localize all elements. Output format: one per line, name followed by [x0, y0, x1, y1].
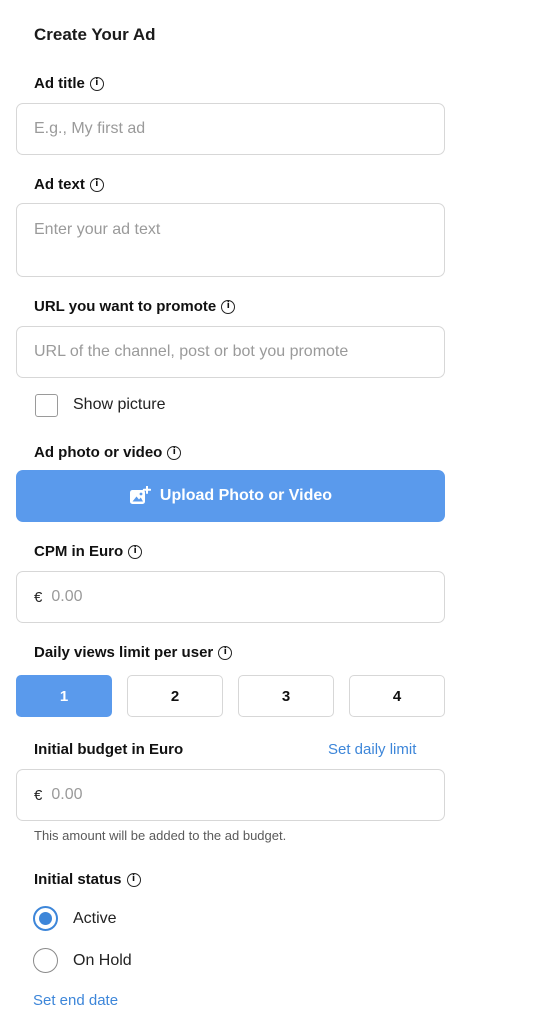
budget-input[interactable]: € 0.00	[16, 769, 445, 821]
status-active-label[interactable]: Active	[73, 910, 117, 928]
page-title: Create Your Ad	[34, 25, 156, 44]
views-option-1[interactable]: 1	[16, 675, 112, 717]
media-label-text: Ad photo or video	[34, 444, 163, 461]
upload-button-label: Upload Photo or Video	[159, 487, 333, 504]
ad-text-label: Ad text i	[34, 176, 104, 193]
ad-text-textarea[interactable]: Enter your ad text	[16, 203, 445, 277]
radio-dot	[39, 912, 52, 925]
set-end-date-link[interactable]: Set end date	[33, 992, 118, 1009]
views-option-2[interactable]: 2	[127, 675, 223, 717]
ad-title-placeholder: E.g., My first ad	[34, 120, 146, 137]
ad-text-label-text: Ad text	[34, 176, 85, 193]
url-placeholder: URL of the channel, post or bot you prom…	[34, 343, 349, 360]
euro-symbol: €	[34, 588, 43, 606]
set-daily-limit-link[interactable]: Set daily limit	[328, 741, 416, 758]
info-icon[interactable]: i	[221, 299, 236, 314]
ad-title-label: Ad title i	[34, 75, 104, 92]
status-active-radio[interactable]	[33, 906, 58, 931]
info-icon[interactable]: i	[126, 872, 141, 887]
views-option-4[interactable]: 4	[349, 675, 445, 717]
ad-title-input[interactable]: E.g., My first ad	[16, 103, 445, 155]
budget-label-text: Initial budget in Euro	[34, 741, 184, 758]
info-icon[interactable]: i	[167, 445, 182, 460]
add-photo-icon	[129, 486, 151, 504]
url-input[interactable]: URL of the channel, post or bot you prom…	[16, 326, 445, 378]
info-icon[interactable]: i	[128, 544, 143, 559]
euro-symbol: €	[34, 786, 43, 804]
cpm-input[interactable]: € 0.00	[16, 571, 445, 623]
info-icon[interactable]: i	[89, 177, 104, 192]
status-label: Initial status i	[34, 871, 141, 888]
status-on-hold-radio[interactable]	[33, 948, 58, 973]
status-label-text: Initial status	[34, 871, 122, 888]
url-label-text: URL you want to promote	[34, 298, 217, 315]
views-option-3[interactable]: 3	[238, 675, 334, 717]
cpm-placeholder: 0.00	[51, 588, 83, 605]
cpm-label-text: CPM in Euro	[34, 543, 124, 560]
status-on-hold-label[interactable]: On Hold	[73, 952, 132, 970]
url-label: URL you want to promote i	[34, 298, 236, 315]
info-icon[interactable]: i	[218, 645, 233, 660]
show-picture-label[interactable]: Show picture	[73, 396, 166, 414]
ad-title-label-text: Ad title	[34, 75, 85, 92]
show-picture-checkbox[interactable]	[35, 394, 58, 417]
budget-hint: This amount will be added to the ad budg…	[34, 828, 287, 843]
daily-views-label: Daily views limit per user i	[34, 644, 233, 661]
ad-text-placeholder: Enter your ad text	[34, 221, 161, 238]
cpm-label: CPM in Euro i	[34, 543, 143, 560]
upload-photo-video-button[interactable]: Upload Photo or Video	[16, 470, 445, 522]
media-label: Ad photo or video i	[34, 444, 182, 461]
budget-placeholder: 0.00	[51, 786, 83, 803]
budget-label: Initial budget in Euro	[34, 741, 183, 758]
daily-views-label-text: Daily views limit per user	[34, 644, 214, 661]
info-icon[interactable]: i	[89, 76, 104, 91]
